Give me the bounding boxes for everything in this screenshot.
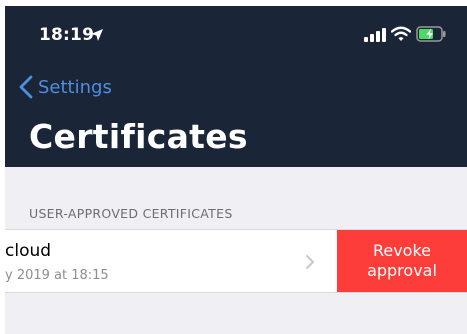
certificate-title: cloud [5,241,52,261]
page-title: Certificates [29,117,248,156]
revoke-label-line1: Revoke [372,241,432,260]
chevron-left-icon [19,75,33,99]
back-button[interactable]: Settings [19,74,112,100]
wifi-icon [391,26,411,41]
status-time: 18:19 [39,25,95,45]
battery-charging-icon [416,26,446,42]
chevron-right-icon [306,255,314,269]
section-header: USER-APPROVED CERTIFICATES [29,206,233,221]
revoke-approval-button[interactable]: Revoke approval [337,230,467,292]
location-arrow-icon [91,29,103,41]
settings-screen: 18:19 Settings Certificates USER-APPROVE… [5,6,467,334]
back-button-label: Settings [38,76,112,98]
revoke-label-line2: approval [367,261,437,280]
navigation-bar: 18:19 Settings Certificates [5,6,467,167]
certificate-row[interactable]: cloud y 2019 at 18:15 Revoke approval [5,229,467,293]
cellular-signal-icon [364,28,386,42]
certificate-date: y 2019 at 18:15 [5,268,109,283]
